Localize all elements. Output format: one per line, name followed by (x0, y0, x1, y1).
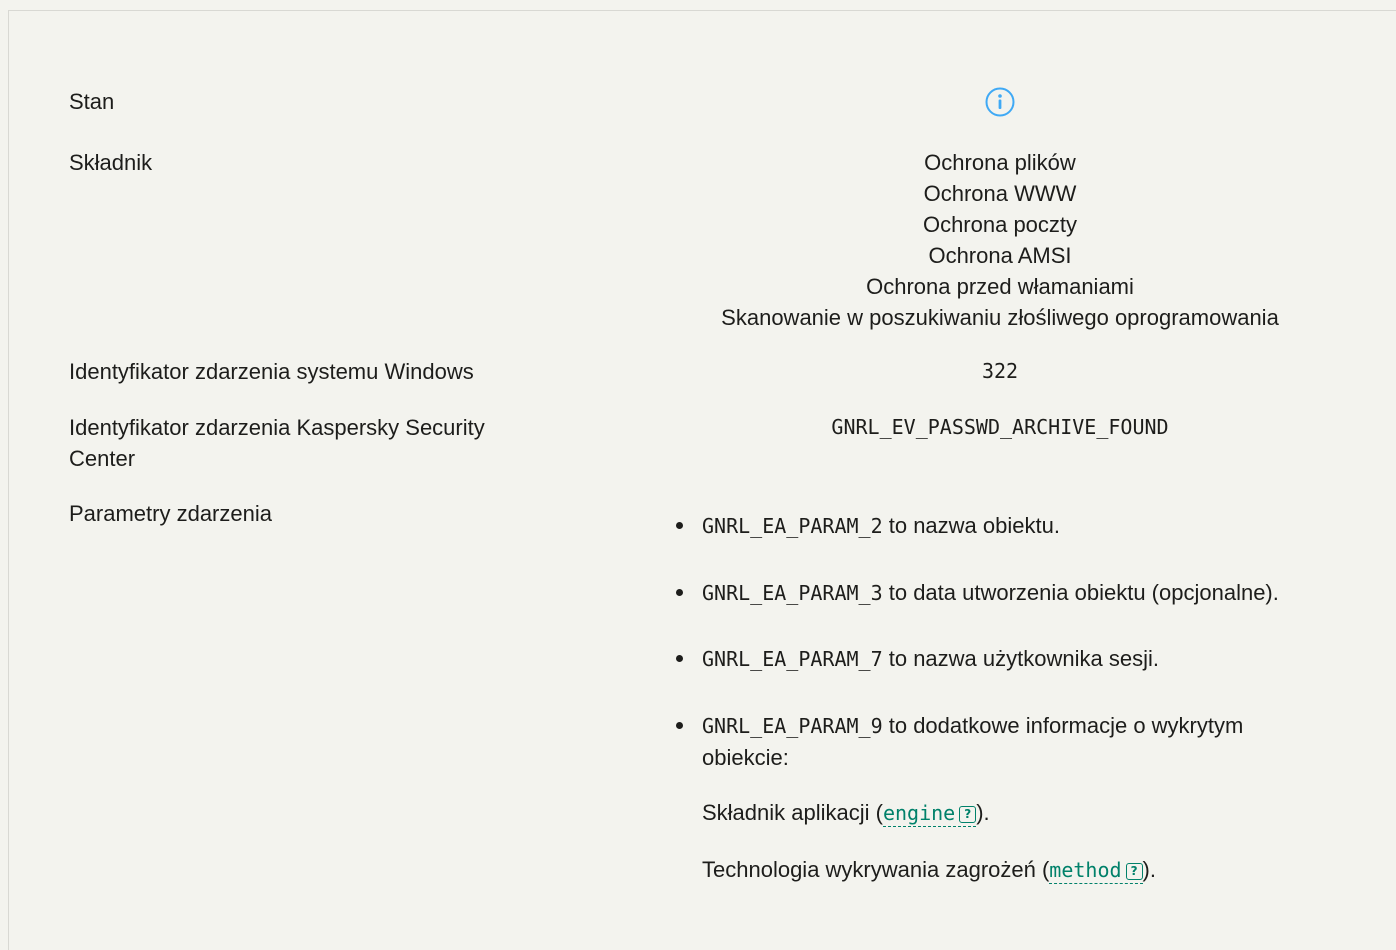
sub-prefix: Składnik aplikacji ( (702, 800, 883, 825)
component-item: Skanowanie w poszukiwaniu złośliwego opr… (721, 305, 1279, 330)
engine-term-link[interactable]: engine? (882, 801, 977, 827)
term-text: method (1049, 858, 1122, 882)
param-code: GNRL_EA_PARAM_2 (702, 514, 883, 538)
term-text: engine (882, 801, 956, 825)
ksc-event-id-label: Identyfikator zdarzenia Kaspersky Securi… (69, 412, 549, 474)
bullet-dot (676, 655, 683, 662)
sub-prefix: Technologia wykrywania zagrożeń ( (702, 857, 1050, 882)
ksc-event-id-label-line: Center (69, 446, 136, 471)
bullet-dot (676, 722, 683, 729)
param-line: obiekcie: (702, 745, 789, 770)
ksc-event-id-label-line: Identyfikator zdarzenia Kaspersky Securi… (69, 415, 485, 440)
param-text: to data utworzenia obiektu (opcjonalne). (882, 580, 1279, 605)
param-text: to nazwa użytkownika sesji. (882, 646, 1159, 671)
component-label: Składnik (69, 150, 153, 175)
bullet-dot (676, 589, 683, 596)
component-item: Ochrona poczty (922, 212, 1078, 237)
info-icon (985, 87, 1015, 117)
help-icon: ? (959, 806, 977, 823)
param-description: GNRL_EA_PARAM_7 to nazwa użytkownika ses… (702, 643, 1352, 675)
help-icon: ? (1125, 863, 1143, 880)
page: Stan Składnik Ochrona plików Ochrona WWW… (0, 0, 1396, 950)
windows-event-id-label: Identyfikator zdarzenia systemu Windows (69, 359, 474, 384)
event-params-label: Parametry zdarzenia (69, 501, 272, 526)
sub-suffix: ). (976, 800, 990, 825)
param-description: GNRL_EA_PARAM_9 to dodatkowe informacje … (702, 710, 1352, 773)
param-text: to nazwa obiektu. (882, 513, 1060, 538)
component-item: Ochrona przed włamaniami (866, 274, 1134, 299)
method-term-link[interactable]: method? (1049, 858, 1143, 884)
component-item: Ochrona plików (924, 150, 1076, 175)
param-line: GNRL_EA_PARAM_9 to dodatkowe informacje … (702, 710, 1352, 742)
param-description: GNRL_EA_PARAM_2 to nazwa obiektu. (702, 510, 1352, 542)
param-code: GNRL_EA_PARAM_7 (702, 647, 883, 671)
ksc-event-id-value: GNRL_EV_PASSWD_ARCHIVE_FOUND (831, 415, 1169, 439)
sub-paragraph: Składnik aplikacji (engine?). (702, 797, 990, 829)
component-item: Ochrona WWW (923, 181, 1077, 206)
sub-suffix: ). (1142, 857, 1156, 882)
sub-paragraph: Technologia wykrywania zagrożeń (method?… (702, 854, 1156, 886)
param-code: GNRL_EA_PARAM_3 (702, 581, 883, 605)
param-text: to dodatkowe informacje o wykrytym (882, 713, 1244, 738)
state-label: Stan (69, 89, 115, 114)
bullet-dot (676, 522, 683, 529)
param-description: GNRL_EA_PARAM_3 to data utworzenia obiek… (702, 577, 1352, 609)
param-code: GNRL_EA_PARAM_9 (702, 714, 883, 738)
windows-event-id-value: 322 (981, 359, 1019, 383)
component-item: Ochrona AMSI (928, 243, 1072, 268)
component-list: Ochrona plików Ochrona WWW Ochrona poczt… (700, 147, 1300, 333)
